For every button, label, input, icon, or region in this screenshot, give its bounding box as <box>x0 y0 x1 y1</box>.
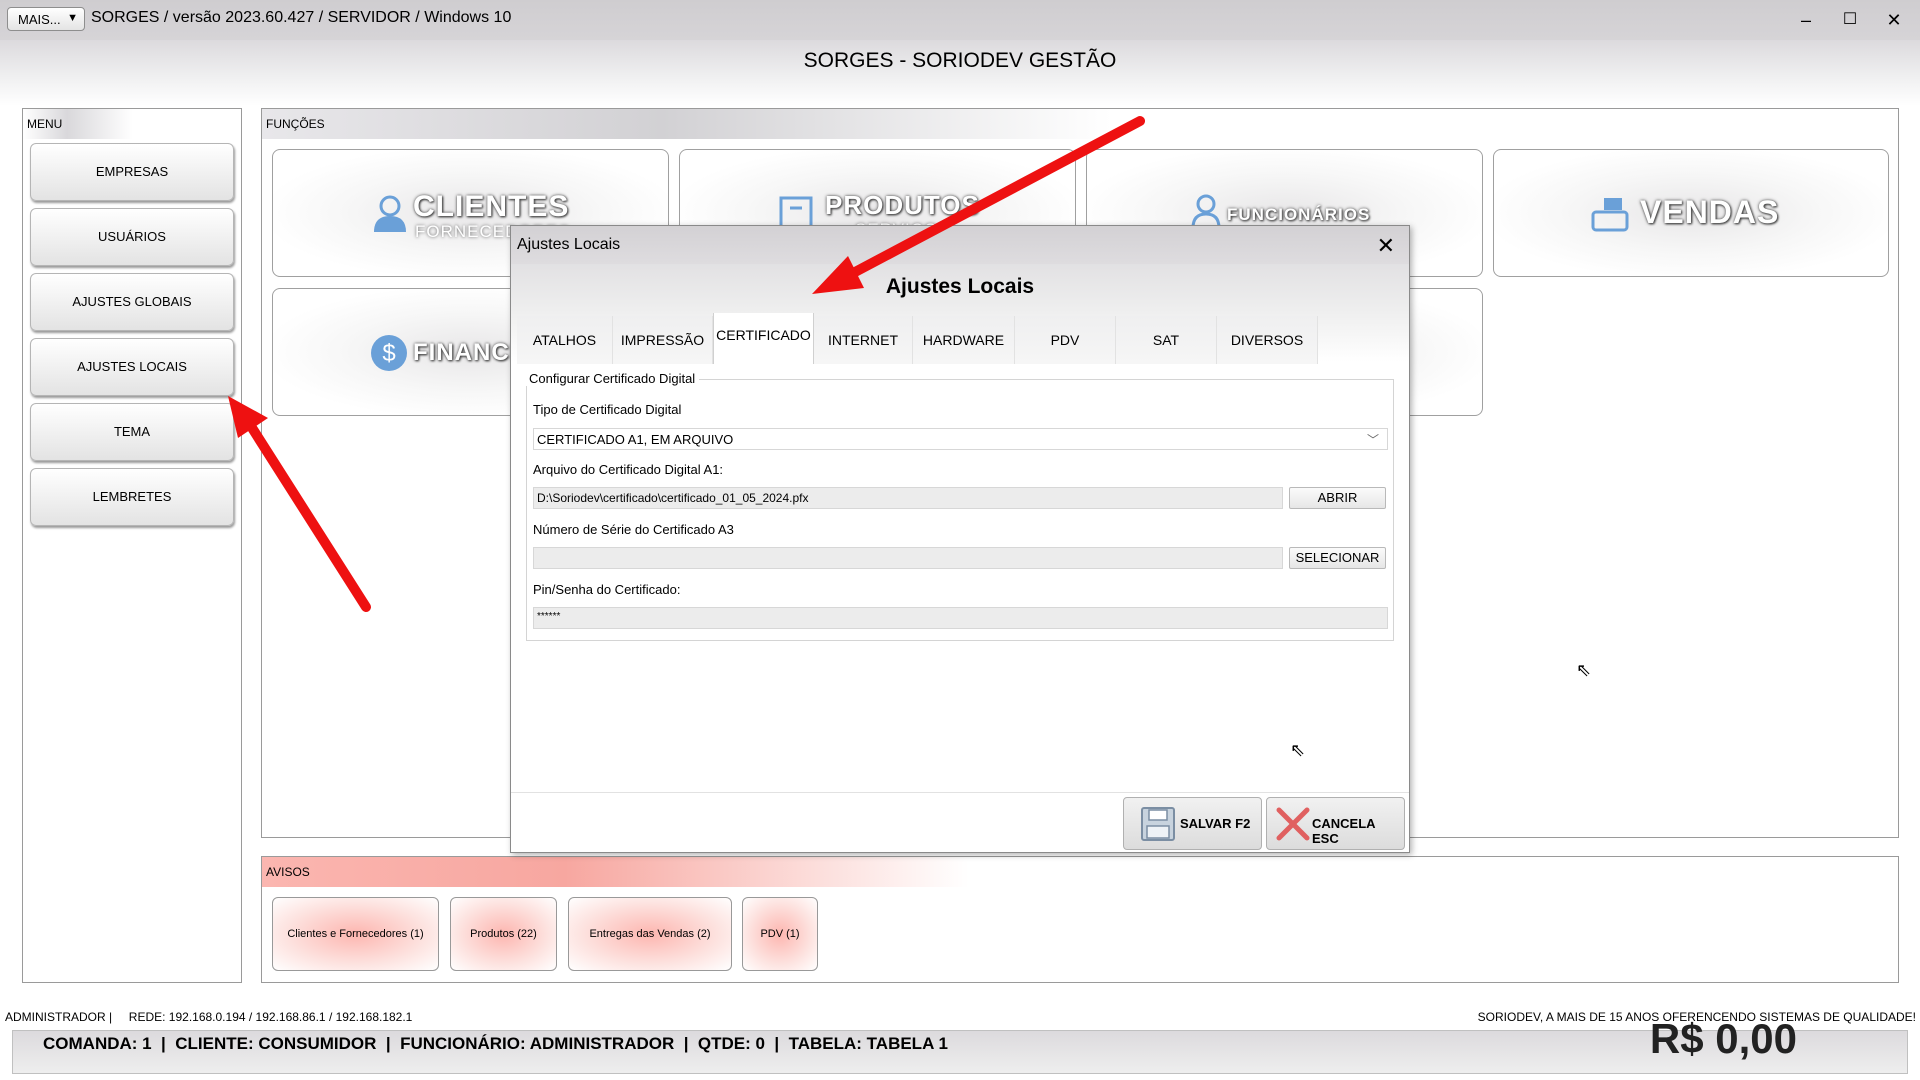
mouse-cursor-icon: ⇖ <box>1290 740 1306 760</box>
mouse-cursor-icon: ⇖ <box>1576 660 1592 680</box>
arrow-to-ajustes-locais <box>228 396 371 612</box>
annotation-arrows <box>228 116 1145 612</box>
arrow-to-certificado-tab <box>812 116 1145 294</box>
